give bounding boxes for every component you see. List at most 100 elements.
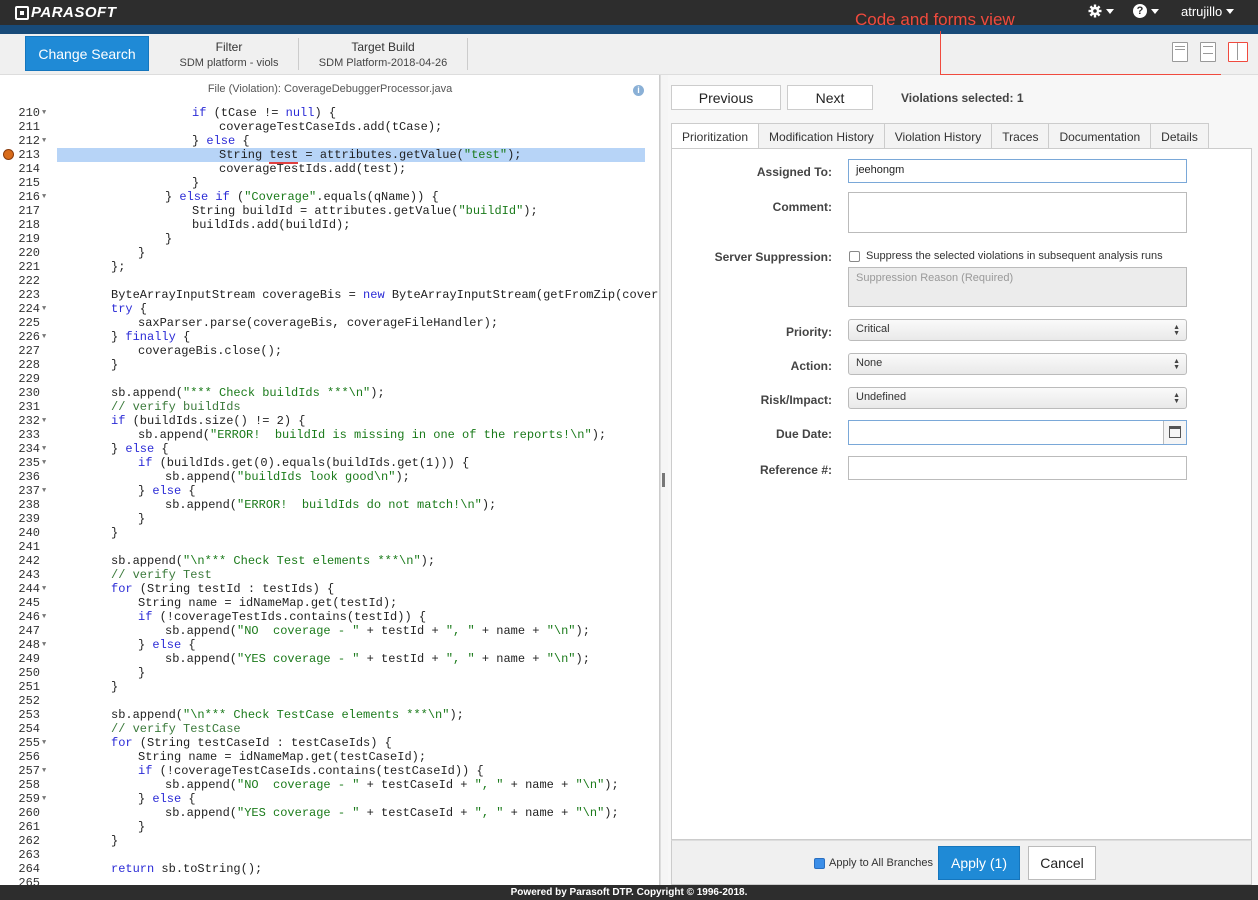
- reference-input[interactable]: [848, 456, 1187, 480]
- layout-list-icon[interactable]: [1200, 42, 1216, 62]
- code-line[interactable]: 259 ▼} else {: [0, 792, 659, 806]
- action-select[interactable]: None ▲ ▼: [848, 353, 1187, 375]
- code-line[interactable]: 213 String test = attributes.getValue("te…: [0, 148, 659, 164]
- tab-documentation[interactable]: Documentation: [1048, 123, 1152, 149]
- suppress-option[interactable]: Suppress the selected violations in subs…: [849, 250, 1163, 262]
- splitter-handle[interactable]: [662, 473, 665, 487]
- parasoft-logo[interactable]: PARASOFT: [15, 4, 116, 21]
- code-line[interactable]: 263: [0, 848, 659, 862]
- code-line[interactable]: 221};: [0, 260, 659, 274]
- tab-violation-history[interactable]: Violation History: [883, 123, 993, 149]
- code-line[interactable]: 240}: [0, 526, 659, 540]
- code-line[interactable]: 231 // verify buildIds: [0, 400, 659, 414]
- code-line[interactable]: 243 // verify Test: [0, 568, 659, 582]
- code-line[interactable]: 256 String name = idNameMap.get(testCaseI…: [0, 750, 659, 764]
- cancel-button[interactable]: Cancel: [1028, 846, 1096, 880]
- comment-textarea[interactable]: [848, 192, 1187, 233]
- code-line[interactable]: 214 coverageTestIds.add(test);: [0, 162, 659, 176]
- code-forms-view-icon[interactable]: [1228, 42, 1248, 62]
- fold-toggle-icon[interactable]: ▼: [42, 442, 46, 456]
- fold-toggle-icon[interactable]: ▼: [42, 330, 46, 344]
- filter-breadcrumb[interactable]: Filter SDM platform - viols: [165, 39, 293, 71]
- code-line[interactable]: 245 String name = idNameMap.get(testId);: [0, 596, 659, 610]
- code-line[interactable]: 260 sb.append("YES coverage - " + testCas…: [0, 806, 659, 820]
- tab-traces[interactable]: Traces: [991, 123, 1050, 149]
- fold-toggle-icon[interactable]: ▼: [42, 190, 46, 204]
- fold-toggle-icon[interactable]: ▼: [42, 736, 46, 750]
- code-line[interactable]: 226 ▼} finally {: [0, 330, 659, 344]
- code-line[interactable]: 237 ▼} else {: [0, 484, 659, 498]
- code-line[interactable]: 215}: [0, 176, 659, 190]
- target-build-breadcrumb[interactable]: Target Build SDM Platform-2018-04-26: [305, 39, 461, 71]
- layout-horizontal-icon[interactable]: [1172, 42, 1188, 62]
- code-line[interactable]: 235 ▼ if (buildIds.get(0).equals(buildIds.…: [0, 456, 659, 470]
- fold-toggle-icon[interactable]: ▼: [42, 134, 46, 148]
- apply-all-checkbox[interactable]: [814, 857, 825, 869]
- code-line[interactable]: 253 sb.append("\n*** Check TestCase eleme…: [0, 708, 659, 722]
- assigned-to-input[interactable]: jeehongm: [848, 159, 1187, 183]
- calendar-icon[interactable]: [1163, 421, 1186, 444]
- help-menu[interactable]: ?: [1133, 4, 1159, 18]
- fold-toggle-icon[interactable]: ▼: [42, 456, 46, 470]
- code-line[interactable]: 216 ▼} else if ("Coverage".equals(qName))…: [0, 190, 659, 204]
- settings-menu[interactable]: [1088, 4, 1114, 18]
- code-line[interactable]: 262}: [0, 834, 659, 848]
- code-line[interactable]: 236 sb.append("buildIds look good\n");: [0, 470, 659, 484]
- apply-button[interactable]: Apply (1): [938, 846, 1020, 880]
- change-search-button[interactable]: Change Search: [25, 36, 149, 71]
- code-line[interactable]: 217 String buildId = attributes.getValue(…: [0, 204, 659, 218]
- code-line[interactable]: 218 buildIds.add(buildId);: [0, 218, 659, 232]
- code-line[interactable]: 258 sb.append("NO coverage - " + testCase…: [0, 778, 659, 792]
- code-line[interactable]: 239}: [0, 512, 659, 526]
- code-line[interactable]: 224 ▼ try {: [0, 302, 659, 316]
- code-line[interactable]: 232 ▼ if (buildIds.size() != 2) {: [0, 414, 659, 428]
- code-line[interactable]: 249 sb.append("YES coverage - " + testId …: [0, 652, 659, 666]
- code-line[interactable]: 230 sb.append("*** Check buildIds ***\n")…: [0, 386, 659, 400]
- code-line[interactable]: 225 saxParser.parse(coverageBis, coverage…: [0, 316, 659, 330]
- fold-toggle-icon[interactable]: ▼: [42, 302, 46, 316]
- code-line[interactable]: 247 sb.append("NO coverage - " + testId +…: [0, 624, 659, 638]
- info-icon[interactable]: i: [633, 85, 644, 96]
- code-line[interactable]: 233 sb.append("ERROR! buildId is missing …: [0, 428, 659, 442]
- code-line[interactable]: 251}: [0, 680, 659, 694]
- priority-select[interactable]: Critical ▲ ▼: [848, 319, 1187, 341]
- code-line[interactable]: 257 ▼ if (!coverageTestCaseIds.contains(te…: [0, 764, 659, 778]
- code-line[interactable]: 264 return sb.toString();: [0, 862, 659, 876]
- code-line[interactable]: 223 ByteArrayInputStream coverageBis = ne…: [0, 288, 659, 302]
- code-line[interactable]: 255 ▼ for (String testCaseId : testCaseIds…: [0, 736, 659, 750]
- fold-toggle-icon[interactable]: ▼: [42, 792, 46, 806]
- due-date-input[interactable]: [848, 420, 1187, 445]
- code-line[interactable]: 234 ▼} else {: [0, 442, 659, 456]
- code-line[interactable]: 227 coverageBis.close();: [0, 344, 659, 358]
- code-line[interactable]: 210 ▼ if (tCase != null) {: [0, 106, 659, 120]
- code-line[interactable]: 265: [0, 876, 659, 885]
- code-line[interactable]: 212 ▼} else {: [0, 134, 659, 148]
- previous-button[interactable]: Previous: [671, 85, 781, 110]
- code-line[interactable]: 238 sb.append("ERROR! buildIds do not mat…: [0, 498, 659, 512]
- fold-toggle-icon[interactable]: ▼: [42, 610, 46, 624]
- suppress-checkbox[interactable]: [849, 250, 860, 262]
- code-line[interactable]: 246 ▼ if (!coverageTestIds.contains(testId…: [0, 610, 659, 624]
- code-line[interactable]: 250}: [0, 666, 659, 680]
- fold-toggle-icon[interactable]: ▼: [42, 582, 46, 596]
- code-line[interactable]: 248 ▼} else {: [0, 638, 659, 652]
- fold-toggle-icon[interactable]: ▼: [42, 484, 46, 498]
- fold-toggle-icon[interactable]: ▼: [42, 638, 46, 652]
- user-menu[interactable]: atrujillo: [1181, 4, 1235, 19]
- tab-details[interactable]: Details: [1150, 123, 1209, 149]
- fold-toggle-icon[interactable]: ▼: [42, 414, 46, 428]
- panel-splitter[interactable]: [660, 75, 668, 885]
- code-line[interactable]: 211 coverageTestCaseIds.add(tCase);: [0, 120, 659, 134]
- code-line[interactable]: 228}: [0, 358, 659, 372]
- code-line[interactable]: 241: [0, 540, 659, 554]
- tab-modification-history[interactable]: Modification History: [758, 123, 885, 149]
- code-line[interactable]: 244 ▼ for (String testId : testIds) {: [0, 582, 659, 596]
- code-viewer[interactable]: 210 ▼ if (tCase != null) {211 coverageTestC…: [0, 106, 659, 885]
- fold-toggle-icon[interactable]: ▼: [42, 764, 46, 778]
- code-line[interactable]: 261}: [0, 820, 659, 834]
- next-button[interactable]: Next: [787, 85, 873, 110]
- risk-impact-select[interactable]: Undefined ▲ ▼: [848, 387, 1187, 409]
- code-line[interactable]: 222: [0, 274, 659, 288]
- code-line[interactable]: 229: [0, 372, 659, 386]
- apply-all-branches-option[interactable]: Apply to All Branches: [814, 857, 933, 869]
